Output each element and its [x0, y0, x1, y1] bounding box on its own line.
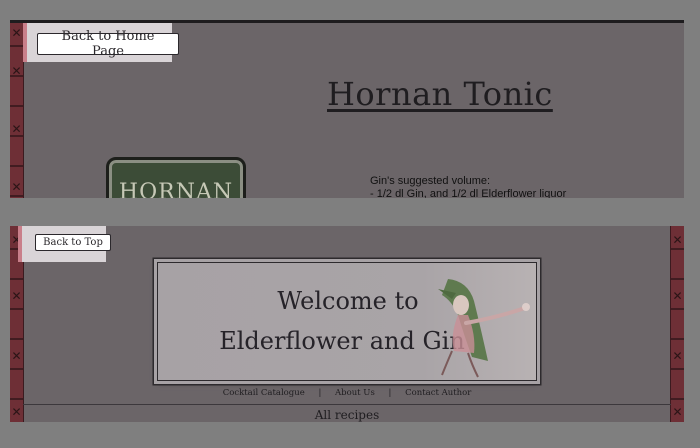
divider [23, 404, 671, 405]
cross-ornament-icon: ✕ [11, 64, 22, 78]
volume-detail: - 1/2 dl Gin, and 1/2 dl Elderflower liq… [370, 187, 567, 199]
back-to-top-button[interactable]: Back to Top [35, 234, 111, 251]
cross-ornament-icon: ✕ [672, 349, 683, 363]
fairy-illustration [438, 279, 530, 378]
back-button-container: Back to Home Page [23, 23, 179, 62]
nav-cocktail-catalogue[interactable]: Cocktail Catalogue [223, 388, 305, 398]
decorative-border-left: ✕ ✕ ✕ ✕ [10, 23, 24, 198]
cross-ornament-icon: ✕ [11, 289, 22, 303]
section-title: All recipes [314, 408, 380, 422]
volume-heading: Gin's suggested volume: [370, 175, 491, 187]
label-text: HORNAN [118, 180, 234, 198]
nav-separator: | [388, 388, 392, 398]
recipe-page-view: ✕ ✕ ✕ ✕ Back to Home Page Hornan Tonic H… [10, 20, 684, 198]
welcome-banner: Welcome to Elderflower and Gin [157, 262, 537, 381]
back-to-home-button[interactable]: Back to Home Page [37, 29, 179, 59]
cross-ornament-icon: ✕ [11, 122, 22, 136]
cross-ornament-icon: ✕ [11, 26, 22, 40]
nav-about-us[interactable]: About Us [335, 388, 375, 398]
cross-ornament-icon: ✕ [11, 180, 22, 194]
nav-separator: | [318, 388, 322, 398]
gin-label-image: HORNAN [106, 157, 246, 198]
main-navigation: Cocktail Catalogue | About Us | Contact … [10, 388, 684, 398]
page-title: Hornan Tonic [327, 75, 553, 113]
suggested-volume: Gin's suggested volume: - 1/2 dl Gin, an… [370, 175, 566, 198]
nav-contact-author[interactable]: Contact Author [405, 388, 471, 398]
cross-ornament-icon: ✕ [672, 289, 683, 303]
home-page-view: ✕ ✕ ✕ ✕ ✕ ✕ ✕ ✕ Back to Top Welcome to E… [10, 226, 684, 422]
cross-ornament-icon: ✕ [672, 233, 683, 247]
cross-ornament-icon: ✕ [11, 349, 22, 363]
back-button-container: Back to Top [18, 226, 111, 262]
